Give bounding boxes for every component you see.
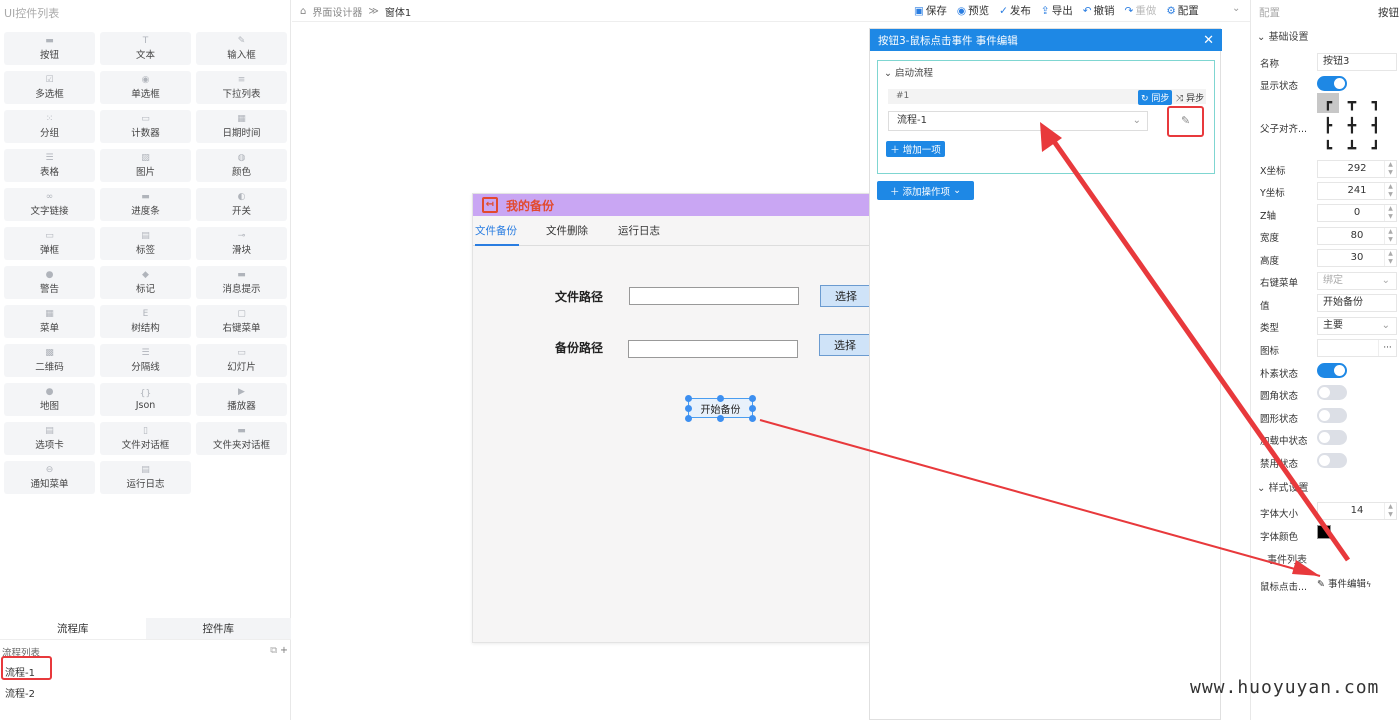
annotation-arrows — [759, 122, 1351, 577]
arrow-to-edit-icon — [1043, 128, 1351, 562]
watermark: www.huoyuyan.com — [1190, 677, 1380, 698]
arrow-head — [1292, 560, 1320, 576]
arrow-to-event-edit — [759, 419, 1321, 577]
